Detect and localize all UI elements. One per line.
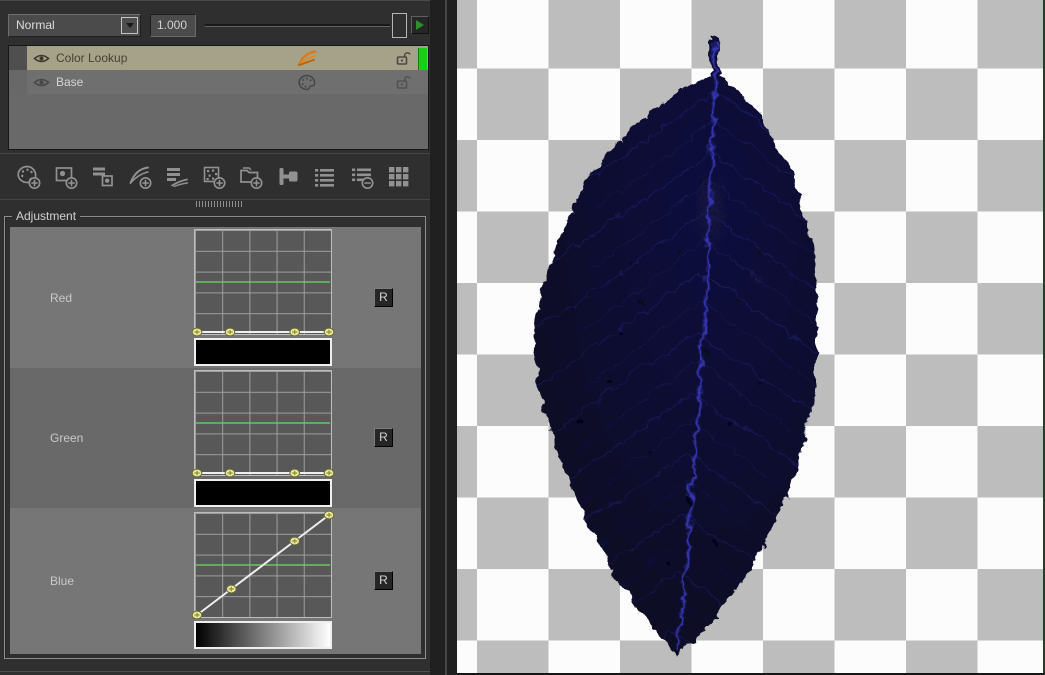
chevron-down-icon [126,23,134,28]
pattern-add-icon [201,164,227,190]
add-image-layer-button[interactable] [47,160,84,194]
link-layer-button[interactable] [269,160,306,194]
layer-name: Base [56,75,297,89]
image-layer-add-icon [53,164,79,190]
add-group-layer-button[interactable] [232,160,269,194]
green-curve-editor[interactable] [194,370,332,507]
canvas-viewport[interactable] [457,0,1045,675]
duplicate-layer-icon [90,164,116,190]
application-window: Normal 1.000 Color Lookup [0,0,1045,675]
remove-layer-button[interactable] [343,160,380,194]
blend-mode-dropdown[interactable]: Normal [8,14,141,37]
layer-row-base[interactable]: Base [9,70,428,94]
channel-label-red: Red [50,227,72,368]
curve-control-point[interactable] [192,328,202,336]
adjustment-groupbox: Adjustment Red R Green R Blue [4,216,426,659]
visibility-eye-icon[interactable] [33,77,50,88]
curve-control-point[interactable] [225,328,235,336]
layer-options-bar: Normal 1.000 [0,1,430,45]
curve-gradient-bar [194,338,332,366]
curve-control-point[interactable] [324,469,334,477]
curve-control-point[interactable] [290,537,300,545]
folder-add-icon [238,164,264,190]
layer-name: Color Lookup [56,51,297,65]
red-curve-editor[interactable] [194,229,332,366]
curve-control-point[interactable] [324,511,334,519]
curve-control-point[interactable] [290,328,300,336]
reset-green-button[interactable]: R [374,428,393,447]
dropdown-arrow-button[interactable] [121,17,138,34]
channel-row-red: Red R [10,227,421,368]
groupbox-title: Adjustment [12,209,80,223]
resize-grip[interactable] [196,201,242,207]
layer-list: Color Lookup Base [8,45,429,150]
opacity-value: 1.000 [157,18,187,32]
list-minus-icon [349,164,375,190]
channel-row-green: Green R [10,368,421,508]
curve-canvas[interactable] [195,230,331,334]
add-vector-layer-button[interactable] [121,160,158,194]
unlocked-padlock-icon[interactable] [395,75,412,90]
grid-view-button[interactable] [380,160,417,194]
curve-canvas[interactable] [195,513,331,617]
channel-label-green: Green [50,368,83,508]
opacity-slider-handle[interactable] [392,13,407,38]
curve-grid[interactable] [194,370,332,476]
layer-row-color-lookup[interactable]: Color Lookup [9,46,428,70]
curve-control-point[interactable] [324,328,334,336]
curve-control-point[interactable] [225,469,235,477]
gradient-feather-icon [297,50,317,67]
layer-toolbar [0,153,430,200]
add-paint-layer-button[interactable] [10,160,47,194]
palette-add-icon [16,164,42,190]
curve-control-point[interactable] [192,469,202,477]
unlocked-padlock-icon[interactable] [395,51,412,66]
curve-control-point[interactable] [227,585,237,593]
add-duplicate-layer-button[interactable] [84,160,121,194]
leaf-image [457,0,1043,673]
panel-splitter[interactable] [430,0,457,675]
apply-button[interactable] [411,16,429,34]
curve-canvas[interactable] [195,371,331,475]
curve-control-point[interactable] [290,469,300,477]
curve-gradient-bar [194,479,332,507]
list-icon [312,164,338,190]
link-layers-icon [275,164,301,190]
blend-mode-value: Normal [16,18,55,32]
reset-red-button[interactable]: R [374,288,393,307]
visibility-eye-icon[interactable] [33,53,50,64]
feather-add-icon [127,164,153,190]
layer-properties-button[interactable] [306,160,343,194]
channel-row-blue: Blue R [10,508,421,654]
opacity-field[interactable]: 1.000 [150,14,196,37]
merge-layers-icon [164,164,190,190]
leaf-shape [505,35,877,673]
layers-docker: Normal 1.000 Color Lookup [0,0,430,675]
panel-bottom-divider [0,671,430,672]
opacity-slider-track[interactable] [205,24,390,27]
palette-icon [297,74,317,91]
reset-blue-button[interactable]: R [374,571,393,590]
play-icon [416,20,424,30]
layer-gutter [9,70,27,94]
grid-icon [386,164,412,190]
merge-layer-down-button[interactable] [158,160,195,194]
channel-label-blue: Blue [50,508,74,654]
blue-curve-editor[interactable] [194,512,332,649]
curve-gradient-bar [194,621,332,649]
layer-gutter [9,46,27,70]
curve-control-point[interactable] [192,611,202,619]
curve-grid[interactable] [194,229,332,335]
add-pattern-layer-button[interactable] [195,160,232,194]
curve-grid[interactable] [194,512,332,618]
